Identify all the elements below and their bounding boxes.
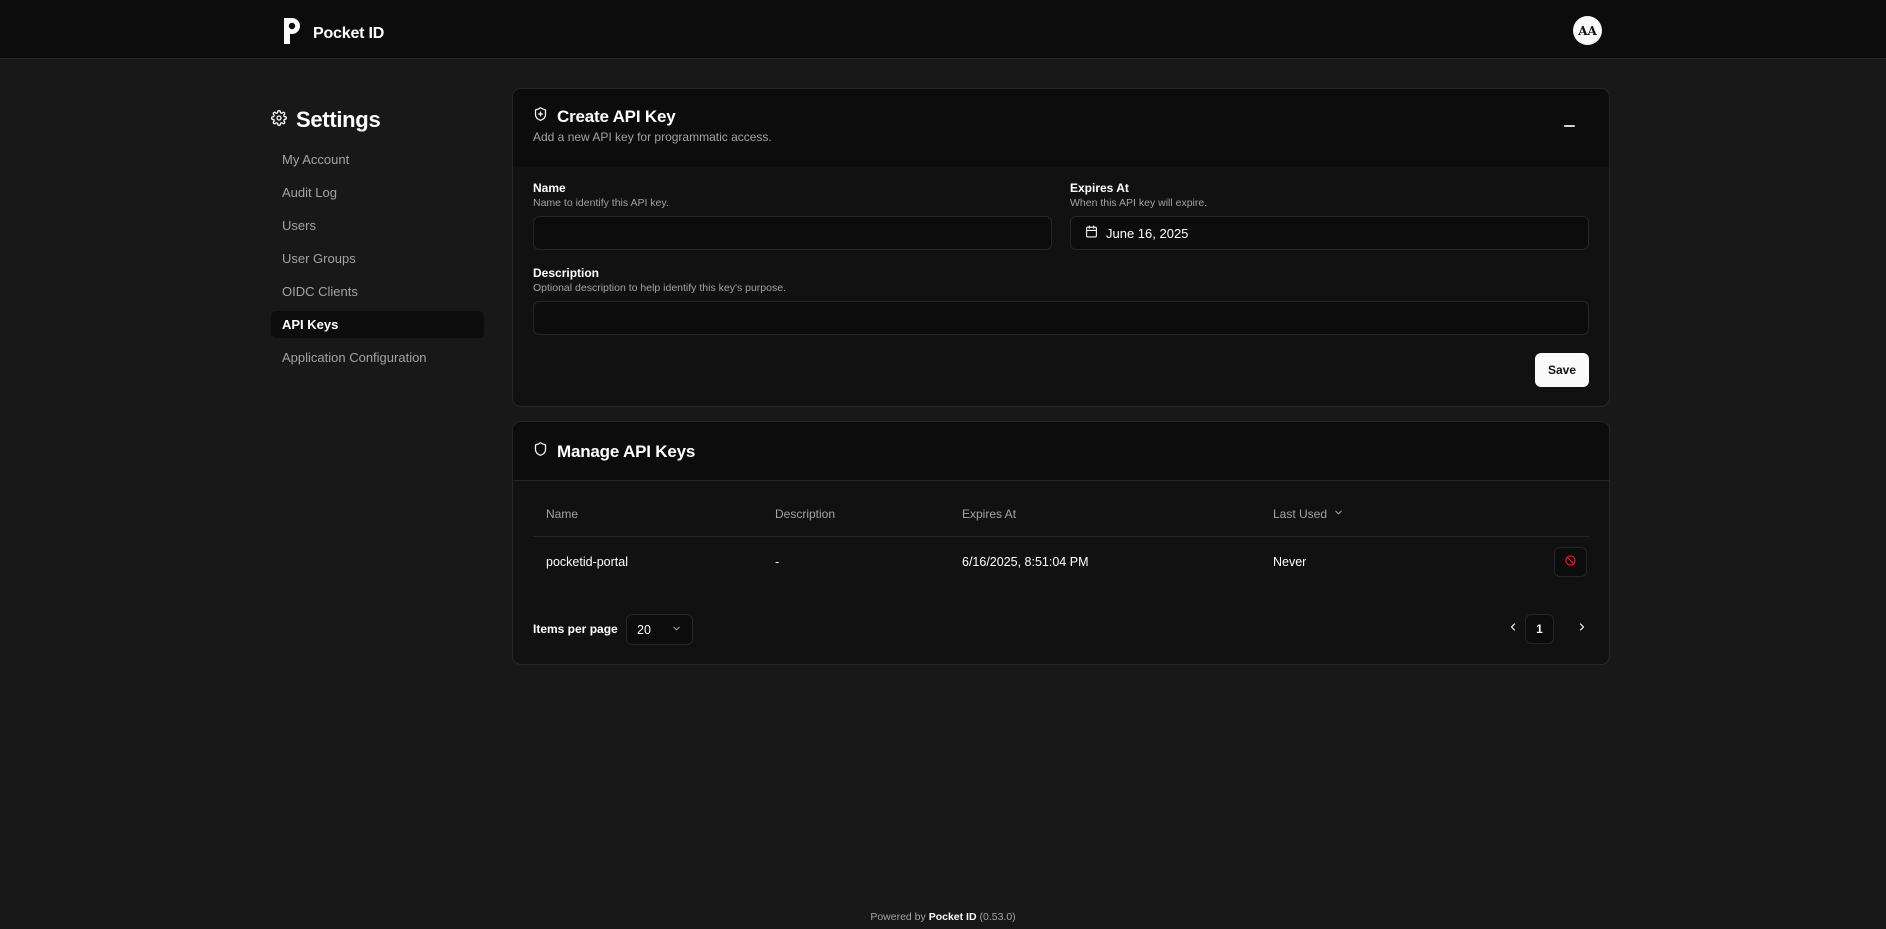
create-card-subtitle: Add a new API key for programmatic acces… [533, 130, 772, 144]
create-card-header: Create API Key Add a new API key for pro… [513, 89, 1609, 167]
create-card-title: Create API Key [533, 106, 676, 127]
chevron-down-icon [671, 623, 682, 637]
minus-icon[interactable] [1564, 125, 1575, 127]
footer-prefix: Powered by [870, 911, 926, 923]
items-per-page-label: Items per page [533, 622, 618, 636]
column-header-name[interactable]: Name [546, 507, 578, 521]
gear-icon [271, 109, 287, 131]
avatar[interactable]: AA [1573, 16, 1602, 45]
description-input[interactable] [533, 301, 1589, 335]
page-number-button[interactable]: 1 [1525, 614, 1554, 644]
expires-at-help: When this API key will expire. [1070, 197, 1208, 209]
cell-expires-at: 6/16/2025, 8:51:04 PM [962, 555, 1089, 569]
expires-at-label: Expires At [1070, 181, 1129, 195]
sidebar-item-audit-log[interactable]: Audit Log [271, 179, 484, 206]
table-row: pocketid-portal - 6/16/2025, 8:51:04 PM … [533, 538, 1589, 588]
manage-api-keys-card: Manage API Keys Name Description Expires… [512, 421, 1610, 665]
save-button[interactable]: Save [1535, 353, 1589, 387]
expires-at-date-picker[interactable]: June 16, 2025 [1070, 216, 1589, 250]
sidebar-item-my-account[interactable]: My Account [271, 146, 484, 173]
settings-nav: My Account Audit Log Users User Groups O… [271, 146, 484, 377]
create-card-heading: Create API Key [557, 106, 676, 126]
sidebar-item-user-groups[interactable]: User Groups [271, 245, 484, 272]
items-per-page-select[interactable]: 20 [626, 614, 693, 645]
settings-heading: Settings [271, 107, 381, 133]
description-help: Optional description to help identify th… [533, 282, 786, 294]
shield-plus-icon [533, 106, 548, 127]
cell-description: - [775, 555, 780, 569]
name-help: Name to identify this API key. [533, 197, 669, 209]
manage-card-heading: Manage API Keys [557, 441, 696, 461]
expires-at-value: June 16, 2025 [1106, 225, 1189, 241]
column-header-description[interactable]: Description [775, 507, 835, 521]
column-header-last-used[interactable]: Last Used [1273, 507, 1344, 521]
sidebar-item-users[interactable]: Users [271, 212, 484, 239]
name-input[interactable] [533, 216, 1052, 250]
previous-page-button[interactable] [1502, 618, 1524, 640]
sidebar-item-application-configuration[interactable]: Application Configuration [271, 344, 484, 371]
page-title: Settings [296, 107, 381, 132]
app-name: Pocket ID [313, 24, 385, 42]
revoke-key-button[interactable] [1554, 547, 1587, 577]
calendar-icon [1085, 225, 1098, 241]
next-page-button[interactable] [1571, 618, 1593, 640]
description-label: Description [533, 266, 600, 280]
brand[interactable]: Pocket ID [281, 17, 384, 50]
manage-card-title: Manage API Keys [533, 441, 695, 462]
sidebar-item-api-keys[interactable]: API Keys [271, 311, 484, 338]
footer: Powered by Pocket ID (0.53.0) [0, 911, 1886, 923]
ban-icon [1565, 553, 1576, 571]
top-bar: Pocket ID AA [0, 0, 1886, 59]
chevron-left-icon [1507, 620, 1519, 638]
cell-name: pocketid-portal [546, 555, 628, 569]
footer-version: (0.53.0) [979, 911, 1016, 923]
chevron-right-icon [1576, 620, 1588, 638]
chevron-down-icon [1333, 507, 1344, 521]
items-per-page-value: 20 [637, 622, 651, 637]
sidebar-item-oidc-clients[interactable]: OIDC Clients [271, 278, 484, 305]
pocket-id-logo-icon [281, 17, 301, 50]
table-header: Name Description Expires At Last Used [533, 493, 1589, 537]
footer-brand-link[interactable]: Pocket ID [929, 911, 977, 923]
shield-icon [533, 441, 548, 462]
manage-card-header: Manage API Keys [513, 422, 1609, 481]
cell-last-used: Never [1273, 555, 1307, 569]
name-label: Name [533, 181, 566, 195]
column-header-expires-at[interactable]: Expires At [962, 507, 1016, 521]
create-api-key-card: Create API Key Add a new API key for pro… [512, 88, 1610, 407]
